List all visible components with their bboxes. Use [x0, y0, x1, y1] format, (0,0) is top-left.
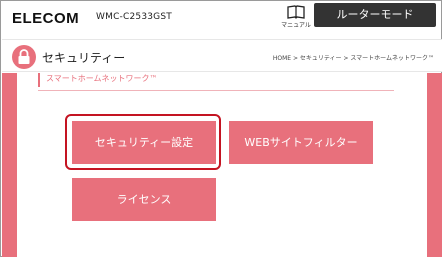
- license-button[interactable]: ライセンス: [72, 178, 216, 221]
- breadcrumb: HOME > セキュリティー > スマートホームネットワーク™: [272, 55, 434, 62]
- content-panel: スマートホームネットワーク™ セキュリティー設定 WEBサイトフィルター ライセ…: [17, 73, 427, 257]
- section-heading: スマートホームネットワーク™: [38, 73, 158, 87]
- content-background: スマートホームネットワーク™ セキュリティー設定 WEBサイトフィルター ライセ…: [2, 73, 442, 257]
- model-name: WMC-C2533GST: [96, 12, 172, 22]
- book-icon: [278, 5, 314, 19]
- manual-link[interactable]: マニュアル: [278, 5, 314, 31]
- web-site-filter-button[interactable]: WEBサイトフィルター: [229, 121, 373, 164]
- page-title: セキュリティー: [42, 51, 126, 65]
- selection-highlight: [65, 114, 221, 170]
- header: ELECOM WMC-C2533GST マニュアル ルーターモード: [1, 1, 441, 36]
- manual-label: マニュアル: [281, 22, 311, 29]
- app-window: ELECOM WMC-C2533GST マニュアル ルーターモード セキュリティ…: [0, 0, 442, 257]
- page-title-bar: セキュリティー HOME > セキュリティー > スマートホームネットワーク™: [2, 39, 442, 72]
- brand-logo: ELECOM: [12, 10, 80, 27]
- lock-icon: [12, 45, 36, 69]
- router-mode-button[interactable]: ルーターモード: [314, 3, 436, 27]
- section-divider: [38, 90, 394, 91]
